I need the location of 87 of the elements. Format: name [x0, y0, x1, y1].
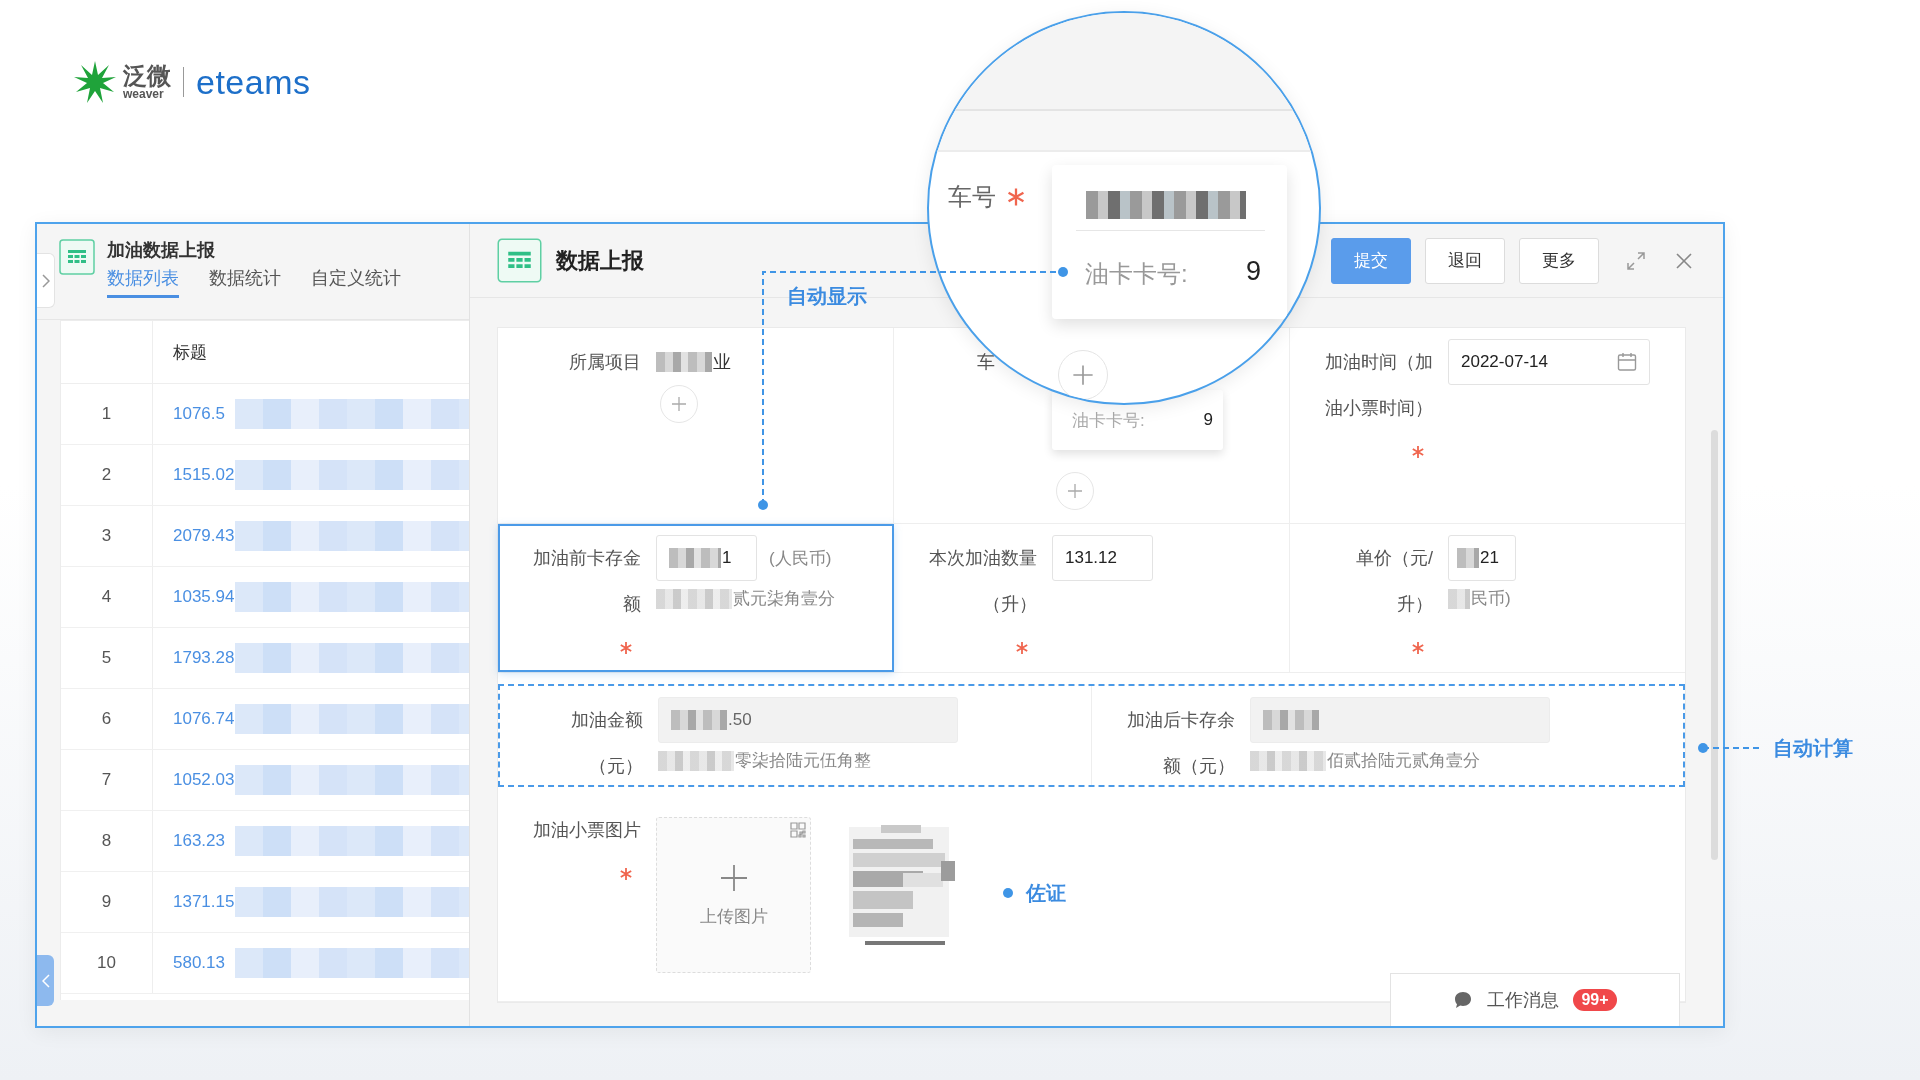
collapse-handle[interactable]	[37, 955, 54, 1006]
amount-in-words: 佰贰拾陆元贰角壹分	[1327, 750, 1480, 772]
card-label: 油卡卡号:	[1072, 409, 1145, 432]
close-icon[interactable]	[1675, 251, 1693, 270]
count-badge: 99+	[1573, 989, 1617, 1011]
add-button[interactable]	[1056, 472, 1094, 510]
plus-icon	[671, 396, 687, 412]
table-icon	[497, 238, 542, 283]
title-link[interactable]: 580.13	[173, 953, 235, 973]
date-field[interactable]: 2022-07-14	[1448, 339, 1650, 385]
row-number: 7	[101, 770, 112, 790]
input-field[interactable]: .50	[658, 697, 958, 743]
row-number: 9	[101, 892, 112, 912]
message-bar[interactable]: 工作消息 99+	[1390, 973, 1680, 1026]
annotation-text: 佐证	[1026, 881, 1066, 906]
expand-handle[interactable]	[37, 253, 55, 308]
field-label: 加油后卡存余额（元）	[1126, 709, 1235, 778]
row-number: 10	[97, 953, 116, 973]
add-button[interactable]	[660, 385, 698, 423]
amount-in-words: 贰元柒角壹分	[733, 588, 835, 610]
row-number: 3	[101, 526, 112, 546]
action-button[interactable]: 退回	[1425, 237, 1505, 284]
plus-icon	[718, 862, 749, 893]
form-title: 数据上报	[556, 246, 644, 275]
title-link[interactable]: 163.23	[173, 831, 235, 851]
input-field[interactable]: 21	[1448, 535, 1516, 581]
column-header: 标题	[172, 341, 207, 364]
expand-icon[interactable]	[1627, 251, 1645, 270]
row-number: 6	[101, 709, 112, 729]
unit-text: (人民币)	[769, 547, 832, 570]
field-label: 所属项目	[568, 351, 641, 374]
table-icon	[59, 239, 95, 275]
input-field[interactable]: 1	[656, 535, 757, 581]
plus-icon	[1067, 483, 1083, 499]
field-label: 车	[976, 351, 996, 374]
title-link[interactable]: 1371.15	[173, 892, 235, 912]
row-number: 1	[101, 404, 112, 424]
scrollbar[interactable]	[1711, 430, 1718, 860]
amount-in-words: 民币)	[1471, 588, 1511, 610]
calendar-icon	[1617, 352, 1637, 372]
card-label: 油卡卡号:	[1085, 259, 1188, 289]
field-label: 单价（元/升）	[1355, 547, 1433, 616]
title-link[interactable]: 1515.02	[173, 465, 235, 485]
add-button[interactable]	[1058, 350, 1108, 400]
action-button[interactable]: 提交	[1331, 237, 1411, 284]
card-value: 9	[1246, 256, 1262, 287]
title-link[interactable]: 1035.94	[173, 587, 235, 607]
row-number: 2	[101, 465, 112, 485]
title-link[interactable]: 1076.5	[173, 404, 235, 424]
field-label: 加油时间（加油小票时间）	[1324, 351, 1433, 420]
qr-code-icon	[790, 822, 806, 838]
field-label: 加油金额（元）	[570, 709, 643, 778]
field-label: 加油小票图片	[532, 819, 641, 842]
leader-line	[1698, 743, 1761, 753]
tab[interactable]: 数据列表	[107, 266, 179, 298]
title-link[interactable]: 1793.28	[173, 648, 235, 668]
row-number: 4	[101, 587, 112, 607]
field-label: 车号	[948, 182, 996, 212]
amount-in-words: 零柒拾陆元伍角整	[735, 750, 871, 772]
title-link[interactable]: 2079.43	[173, 526, 235, 546]
row-number: 8	[101, 831, 112, 851]
field-label: 加油前卡存金额	[532, 547, 641, 616]
input-field[interactable]	[1250, 697, 1550, 743]
tab[interactable]: 数据统计	[209, 266, 281, 298]
panel-title: 加油数据上报	[107, 239, 216, 261]
chevron-right-icon	[41, 273, 50, 288]
logo-text: 泛微	[123, 64, 171, 88]
annotation-dot	[1003, 888, 1013, 898]
plus-icon	[1072, 364, 1094, 386]
upload-button[interactable]: 上传图片	[656, 817, 811, 973]
field-label: 本次加油数量（升）	[928, 547, 1037, 616]
message-label: 工作消息	[1487, 989, 1560, 1012]
input-field[interactable]: 131.12	[1052, 535, 1153, 581]
annotation-text: 自动计算	[1773, 736, 1853, 761]
tab[interactable]: 自定义统计	[311, 266, 401, 298]
field-value: 业	[713, 351, 731, 374]
annotation-text: 自动显示	[787, 284, 867, 309]
card-value: 9	[1203, 410, 1213, 430]
chat-bubble-icon	[1453, 990, 1474, 1010]
logo-subtext: weaver	[123, 88, 164, 100]
title-link[interactable]: 1052.03	[173, 770, 235, 790]
logo-icon	[73, 60, 117, 104]
action-button[interactable]: 更多	[1519, 237, 1599, 284]
row-number: 5	[101, 648, 112, 668]
chevron-left-icon	[41, 973, 50, 988]
title-link[interactable]: 1076.74	[173, 709, 235, 729]
product-name: eteams	[196, 62, 311, 102]
